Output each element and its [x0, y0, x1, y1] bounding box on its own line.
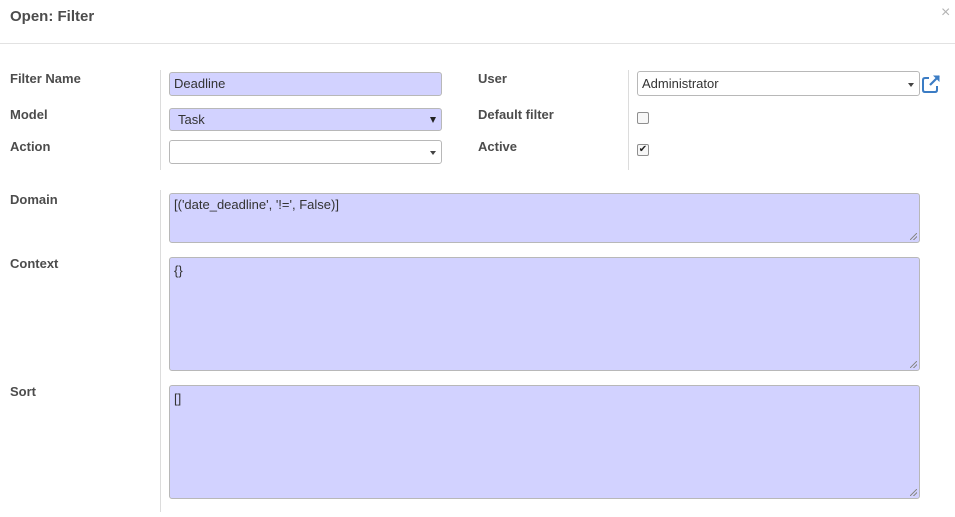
resize-handle[interactable] [910, 489, 917, 496]
filter-dialog: Open: Filter × Filter Name Model Action … [0, 0, 955, 517]
action-select[interactable] [169, 140, 442, 164]
right-column-separator [628, 70, 629, 170]
sort-value: [] [174, 391, 182, 406]
filter-name-label: Filter Name [10, 71, 81, 86]
domain-textarea[interactable]: [('date_deadline', '!=', False)] [169, 193, 920, 243]
model-label: Model [10, 107, 48, 122]
left-column-separator [160, 70, 161, 170]
action-label: Action [10, 139, 51, 154]
chevron-down-icon [430, 116, 436, 123]
default-filter-checkbox[interactable] [637, 112, 649, 124]
model-select[interactable]: Task [169, 108, 442, 131]
chevron-down-icon [908, 82, 914, 87]
dialog-header: Open: Filter × [0, 0, 955, 44]
sort-label: Sort [10, 384, 36, 399]
default-filter-label: Default filter [478, 107, 554, 122]
user-select[interactable]: Administrator [637, 71, 920, 96]
model-value: Task [178, 112, 205, 127]
chevron-down-icon [430, 151, 436, 155]
resize-handle[interactable] [910, 361, 917, 368]
sort-textarea[interactable]: [] [169, 385, 920, 499]
user-label: User [478, 71, 507, 86]
filter-name-value: Deadline [174, 76, 226, 91]
context-label: Context [10, 256, 59, 271]
context-textarea[interactable]: {} [169, 257, 920, 371]
domain-label: Domain [10, 192, 58, 207]
dialog-title: Open: Filter [10, 8, 95, 25]
filter-name-input[interactable]: Deadline [169, 72, 442, 96]
active-label: Active [478, 139, 518, 154]
resize-handle[interactable] [910, 233, 917, 240]
external-link-icon[interactable] [921, 74, 941, 94]
user-value: Administrator [642, 76, 719, 91]
context-value: {} [174, 263, 183, 278]
active-checkbox[interactable]: ✔ [637, 144, 649, 156]
domain-value: [('date_deadline', '!=', False)] [174, 197, 339, 212]
lower-separator [160, 190, 161, 512]
close-button[interactable]: × [941, 3, 950, 23]
